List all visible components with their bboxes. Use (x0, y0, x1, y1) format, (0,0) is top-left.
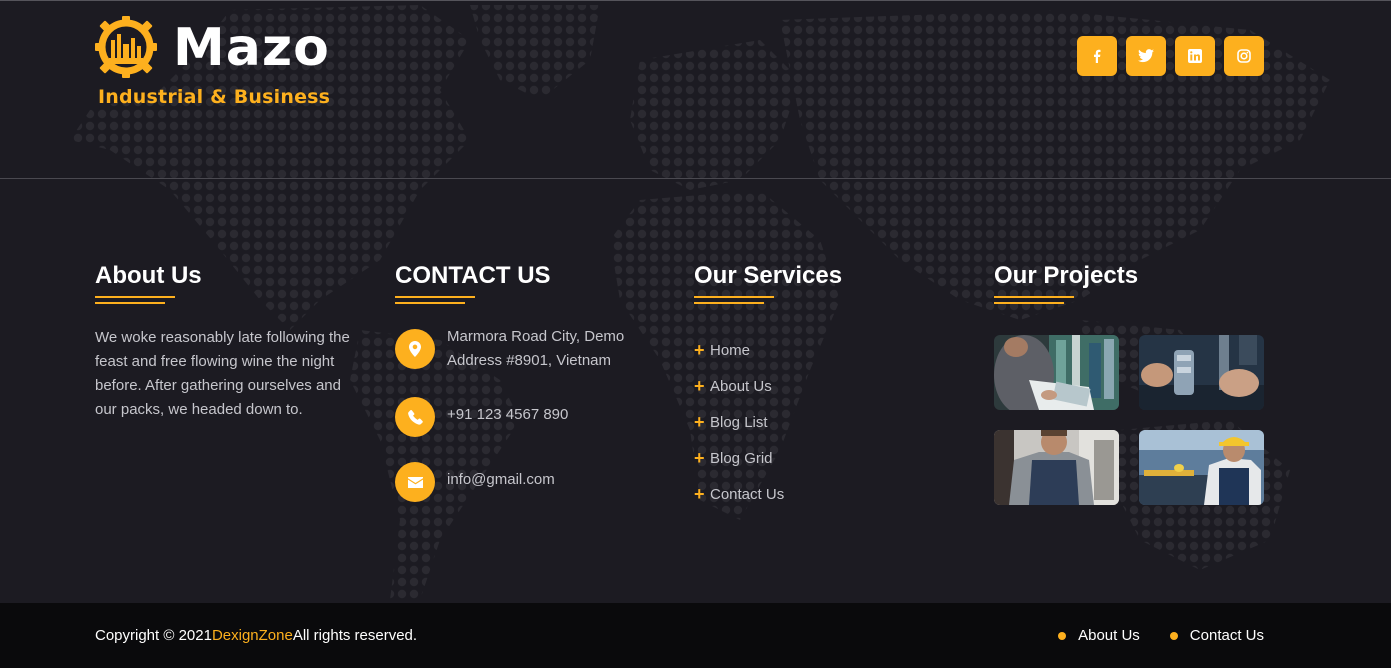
project-thumbnail-4[interactable] (1139, 430, 1264, 505)
service-link-contact-us[interactable]: + Contact Us (694, 476, 842, 512)
facebook-button[interactable] (1077, 36, 1117, 76)
project-thumbnail-2[interactable] (1139, 335, 1264, 410)
brand-tagline: Industrial & Business (98, 86, 331, 108)
service-link-home[interactable]: + Home (694, 332, 842, 368)
header-divider (0, 178, 1391, 179)
copyright-text: Copyright © 2021DexignZoneAll rights res… (95, 627, 418, 644)
about-section: About Us We woke reasonably late followi… (95, 260, 360, 422)
contact-title: CONTACT US (395, 262, 551, 289)
facebook-icon (1094, 49, 1101, 63)
plus-icon: + (694, 447, 705, 468)
brand-logo[interactable]: Mazo Industrial & Business (95, 14, 345, 114)
top-border (0, 0, 1391, 1)
projects-gallery (994, 335, 1264, 505)
contact-email[interactable]: info@gmail.com (395, 462, 637, 502)
projects-title-underline (994, 296, 1074, 306)
plus-icon: + (694, 375, 705, 396)
email-text: info@gmail.com (447, 471, 555, 488)
twitter-button[interactable] (1126, 36, 1166, 76)
contact-title-underline (395, 296, 475, 306)
linkedin-button[interactable] (1175, 36, 1215, 76)
linkedin-icon (1188, 49, 1202, 63)
about-title: About Us (95, 262, 202, 289)
footer-links: About Us Contact Us (1058, 627, 1264, 644)
about-title-underline (95, 296, 175, 306)
footer-link-about-us[interactable]: About Us (1058, 627, 1140, 644)
contact-address: Marmora Road City, Demo Address #8901, V… (395, 328, 637, 373)
map-pin-icon (395, 329, 435, 369)
brand-name: Mazo (173, 18, 330, 78)
contact-section: CONTACT US Marmora Road City, Demo Addre… (395, 260, 655, 520)
instagram-icon (1237, 49, 1251, 63)
services-title-underline (694, 296, 774, 306)
about-text: We woke reasonably late following the fe… (95, 329, 350, 418)
footer-link-contact-us[interactable]: Contact Us (1169, 627, 1264, 644)
project-thumbnail-1[interactable] (994, 335, 1119, 410)
dexignzone-link[interactable]: DexignZone (212, 627, 293, 644)
service-link-blog-list[interactable]: + Blog List (694, 404, 842, 440)
projects-section: Our Projects (994, 260, 1266, 520)
social-links (1077, 36, 1264, 76)
plus-icon: + (694, 411, 705, 432)
footer-bottom-bar: Copyright © 2021DexignZoneAll rights res… (0, 603, 1391, 668)
services-title: Our Services (694, 262, 843, 289)
contact-phone[interactable]: +91 123 4567 890 (395, 397, 637, 437)
plus-icon: + (694, 483, 705, 504)
project-thumbnail-3[interactable] (994, 430, 1119, 505)
service-link-about-us[interactable]: + About Us (694, 368, 842, 404)
projects-title: Our Projects (994, 262, 1139, 289)
address-text: Marmora Road City, Demo Address #8901, V… (447, 328, 625, 369)
services-list: + Home + About Us + Blog List + Blog Grid + C… (694, 332, 842, 512)
gear-factory-icon (95, 16, 157, 78)
envelope-icon (395, 462, 435, 502)
twitter-icon (1138, 49, 1154, 63)
instagram-button[interactable] (1224, 36, 1264, 76)
phone-text: +91 123 4567 890 (447, 406, 569, 423)
bullet-icon (1058, 631, 1067, 640)
bullet-icon (1169, 631, 1178, 640)
plus-icon: + (694, 339, 705, 360)
services-section: Our Services + Home + About Us + Blog List … (694, 260, 842, 512)
service-link-blog-grid[interactable]: + Blog Grid (694, 440, 842, 476)
phone-icon (395, 397, 435, 437)
